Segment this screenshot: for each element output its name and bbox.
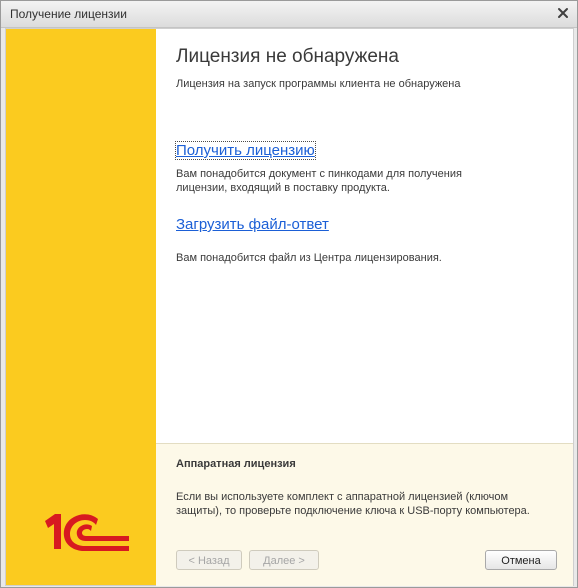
brand-sidebar: [6, 29, 156, 585]
close-icon: [554, 4, 572, 22]
hardware-license-description: Если вы используете комплект с аппаратно…: [176, 491, 530, 517]
close-button[interactable]: [554, 4, 572, 22]
load-response-file-link[interactable]: Загрузить файл-ответ: [176, 216, 329, 233]
main-panel: Лицензия не обнаружена Лицензия на запус…: [156, 29, 573, 443]
license-dialog: Получение лицензии Лицензия не обнаружен…: [0, 0, 578, 588]
load-response-description: Вам понадобится файл из Центра лицензиро…: [176, 252, 442, 264]
1c-logo: [41, 509, 131, 560]
dialog-content: Лицензия не обнаружена Лицензия на запус…: [5, 28, 574, 586]
title-bar[interactable]: Получение лицензии: [1, 1, 577, 28]
next-button[interactable]: Далее >: [249, 550, 319, 570]
cancel-button[interactable]: Отмена: [485, 550, 557, 570]
hardware-license-panel: Аппаратная лицензия Если вы используете …: [156, 443, 573, 586]
back-button[interactable]: < Назад: [176, 550, 242, 570]
get-license-description: Вам понадобится документ с пинкодами для…: [176, 168, 462, 194]
hardware-license-title: Аппаратная лицензия: [176, 458, 296, 470]
window-title: Получение лицензии: [10, 7, 127, 21]
page-subtitle: Лицензия на запуск программы клиента не …: [176, 78, 461, 90]
get-license-link[interactable]: Получить лицензию: [175, 141, 316, 160]
page-title: Лицензия не обнаружена: [176, 46, 399, 67]
